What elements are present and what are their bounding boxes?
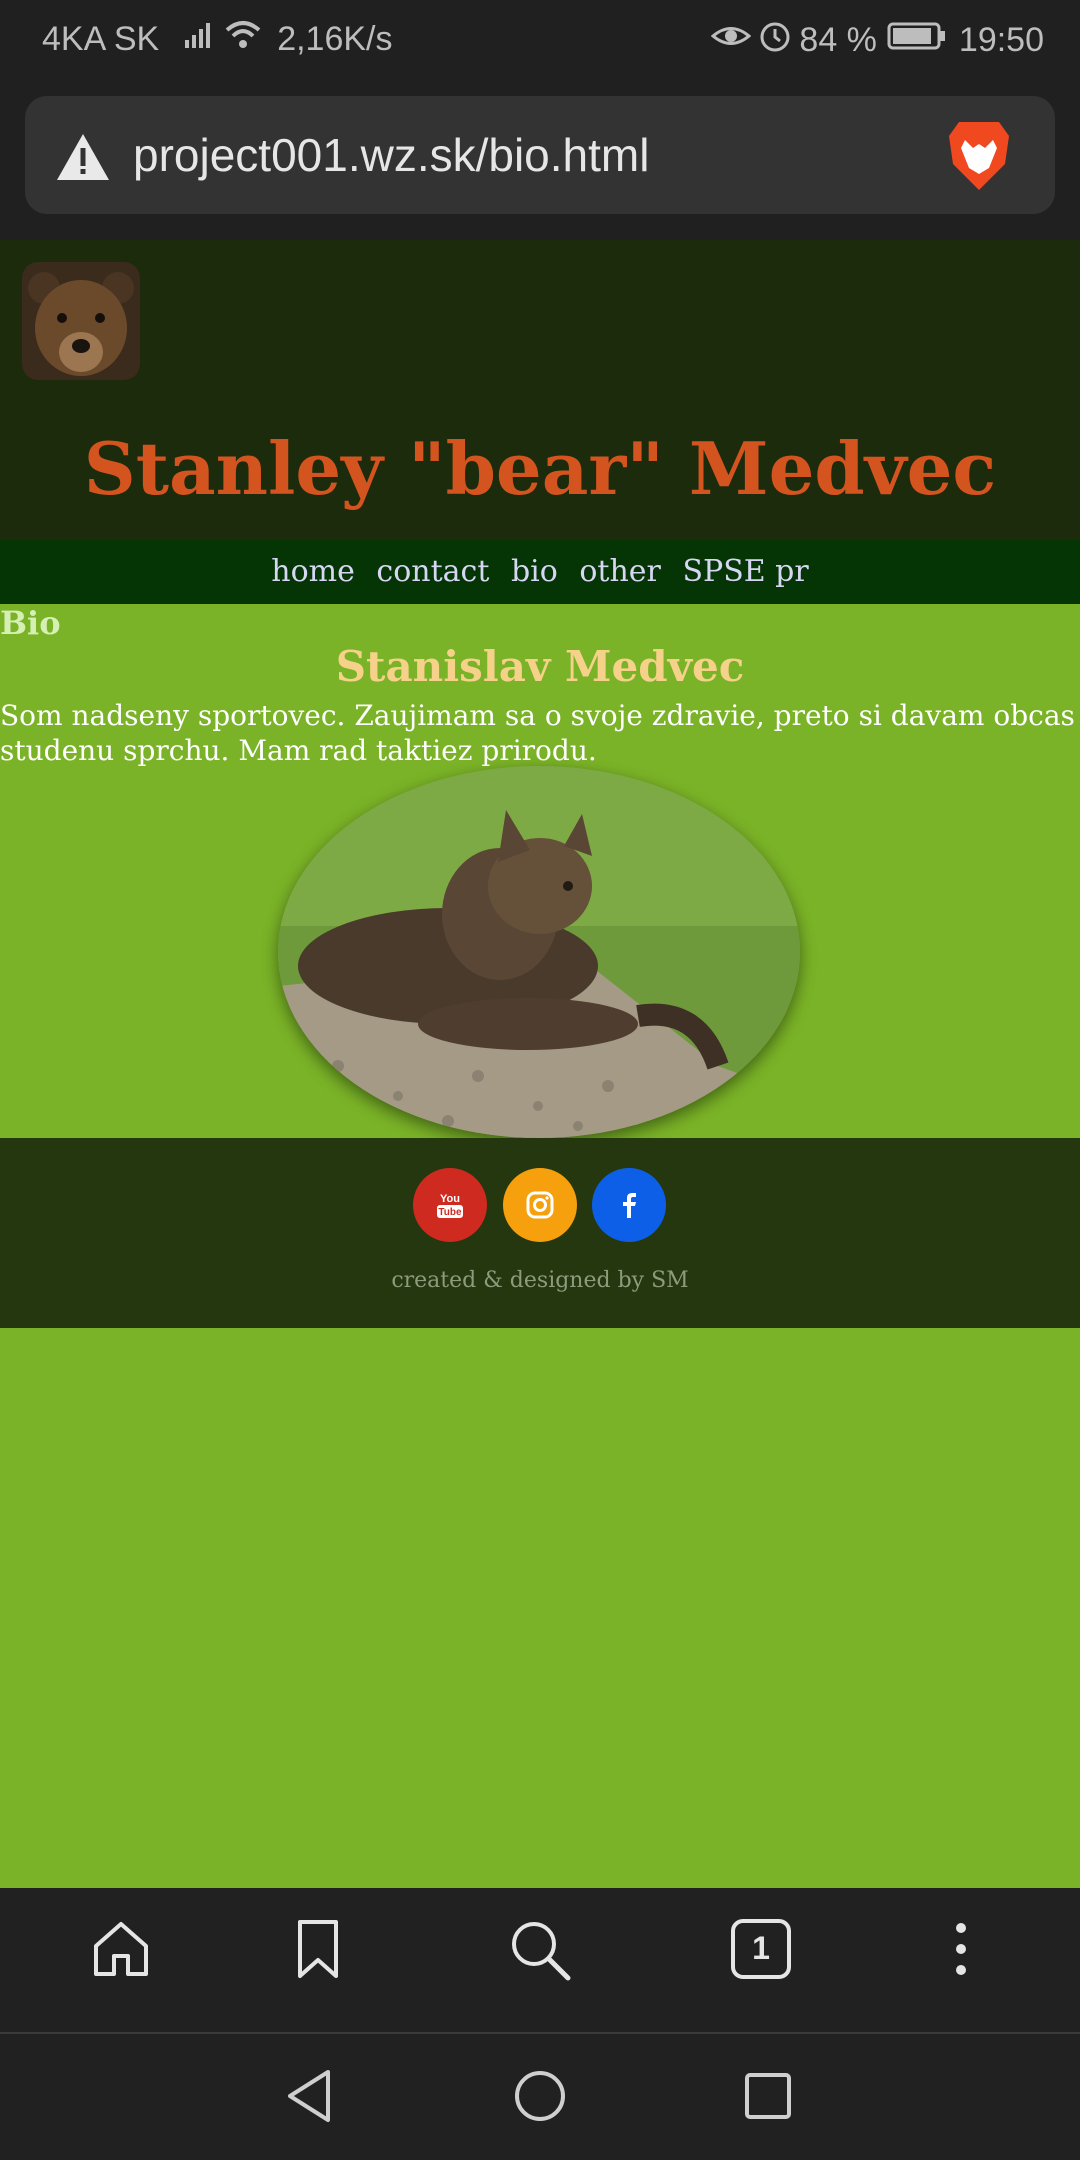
browser-toolbar: 1 bbox=[0, 1888, 1080, 2034]
more-icon[interactable] bbox=[946, 1918, 976, 1984]
speed-text: 2,16K/s bbox=[277, 20, 393, 58]
nav-contact[interactable]: contact bbox=[376, 540, 489, 604]
section-label: Bio bbox=[0, 604, 61, 642]
battery-icon bbox=[887, 21, 947, 60]
tab-count: 1 bbox=[752, 1930, 770, 1966]
cat-photo bbox=[278, 766, 800, 1138]
home-icon[interactable] bbox=[90, 1918, 152, 1984]
instagram-icon[interactable] bbox=[503, 1168, 577, 1242]
carrier-text: 4KA SK bbox=[42, 20, 160, 58]
back-icon[interactable] bbox=[284, 2068, 334, 2128]
status-bar: 4KA SK 2,16K/s 84 % 19:50 bbox=[0, 0, 1080, 76]
svg-text:You: You bbox=[440, 1193, 460, 1205]
site-title: Stanley "bear" Medvec bbox=[83, 426, 997, 511]
nav-bio[interactable]: bio bbox=[511, 540, 558, 604]
site-footer: You Tube created & designed by SM bbox=[0, 1138, 1080, 1328]
search-icon[interactable] bbox=[508, 1918, 574, 1988]
bio-subtitle: Stanislav Medvec bbox=[335, 642, 745, 691]
brave-icon[interactable] bbox=[945, 118, 1013, 198]
wifi-icon bbox=[223, 18, 263, 61]
url-bar[interactable]: project001.wz.sk/bio.html bbox=[25, 96, 1055, 214]
system-navigation-bar bbox=[0, 2034, 1080, 2160]
eye-icon bbox=[711, 21, 752, 60]
site-header: Stanley "bear" Medvec bbox=[0, 240, 1080, 540]
nav-spse-pr[interactable]: SPSE pr bbox=[682, 540, 808, 604]
url-text[interactable]: project001.wz.sk/bio.html bbox=[133, 128, 649, 182]
footer-credit: created & designed by SM bbox=[391, 1268, 689, 1293]
site-nav: home contact bio other SPSE pr bbox=[0, 540, 1080, 604]
recents-icon[interactable] bbox=[744, 2072, 792, 2124]
bio-paragraph: Som nadseny sportovec. Zaujimam sa o svo… bbox=[0, 699, 1075, 767]
nav-other[interactable]: other bbox=[579, 540, 661, 604]
bear-logo[interactable] bbox=[22, 262, 140, 380]
bio-section: Bio Stanislav Medvec Som nadseny sportov… bbox=[0, 604, 1080, 1138]
nav-home[interactable]: home bbox=[271, 540, 355, 604]
signal-icon bbox=[183, 20, 213, 59]
bookmark-icon[interactable] bbox=[290, 1918, 346, 1984]
tabs-icon[interactable]: 1 bbox=[730, 1918, 792, 1980]
home-circle-icon[interactable] bbox=[512, 2068, 568, 2128]
svg-text:Tube: Tube bbox=[438, 1207, 462, 1218]
youtube-icon[interactable]: You Tube bbox=[413, 1168, 487, 1242]
facebook-icon[interactable] bbox=[592, 1168, 666, 1242]
warning-icon[interactable] bbox=[55, 132, 111, 186]
battery-text: 84 % bbox=[799, 21, 877, 59]
clock-text: 19:50 bbox=[958, 21, 1044, 59]
browser-url-area: project001.wz.sk/bio.html bbox=[0, 76, 1080, 240]
alarm-icon bbox=[757, 18, 793, 63]
